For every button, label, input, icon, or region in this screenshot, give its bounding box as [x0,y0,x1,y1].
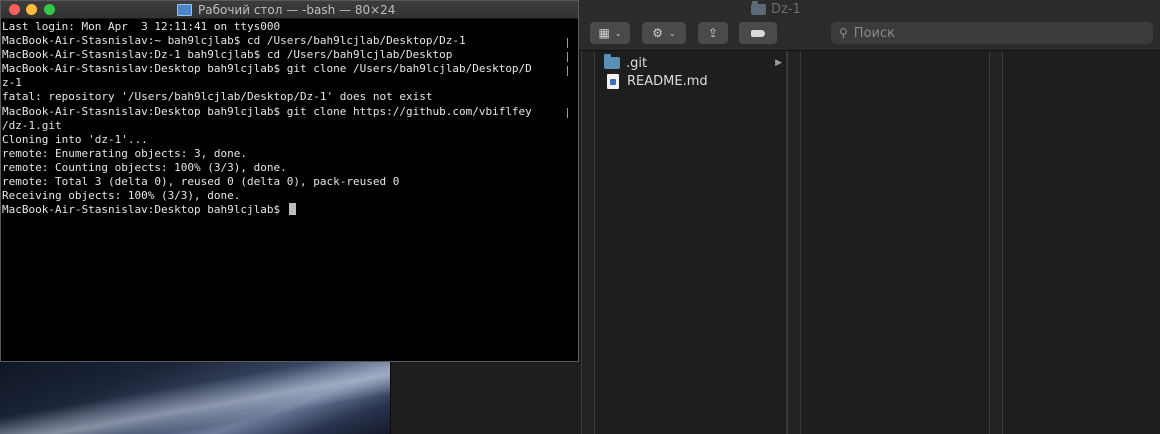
list-item-git-folder[interactable]: .git ▶ [604,54,782,72]
terminal-titlebar[interactable]: Рабочий стол — -bash — 80×24 [1,1,578,19]
folder-icon [751,0,766,15]
terminal-line: MacBook-Air-Stasnislav:Desktop bah9lcjla… [2,104,532,118]
folder-icon [604,54,620,69]
finder-column-3 [1003,51,1160,434]
chevron-down-icon: ⌄ [669,28,676,38]
action-menu-button[interactable]: ⚙ ⌄ [642,22,686,44]
finder-column-1: .git ▶ README.md [596,51,787,434]
tag-icon [751,29,765,37]
terminal-line: /dz-1.git [2,118,62,132]
wrap-marker [563,38,568,48]
terminal-prompt: MacBook-Air-Stasnislav:Desktop bah9lcjla… [2,203,287,217]
disclosure-arrow-icon: ▶ [775,58,782,68]
minimize-button[interactable] [26,4,37,15]
terminal-line: remote: Enumerating objects: 3, done. [2,146,248,160]
search-input[interactable]: ⚲ Поиск [831,22,1153,44]
share-icon: ⇪ [707,26,719,40]
close-button[interactable] [9,4,20,15]
column-resize-handle[interactable] [989,51,1003,434]
search-icon: ⚲ [839,26,848,40]
terminal-line: Receiving objects: 100% (3/3), done. [2,189,241,203]
terminal-line: remote: Total 3 (delta 0), reused 0 (del… [2,175,400,189]
wrap-marker [563,52,568,62]
terminal-window[interactable]: Рабочий стол — -bash — 80×24 Last login:… [0,0,579,362]
folder-icon [177,3,192,16]
terminal-line: MacBook-Air-Stasnislav:~ bah9lcjlab$ cd … [2,34,466,48]
list-item-readme[interactable]: README.md [604,72,782,90]
terminal-prompt-line[interactable]: MacBook-Air-Stasnislav:Desktop bah9lcjla… [2,203,562,217]
terminal-title: Рабочий стол — -bash — 80×24 [177,1,395,18]
text-cursor [288,203,296,216]
finder-column-2 [801,51,989,434]
finder-title-label: Dz-1 [771,1,801,17]
zoom-button[interactable] [44,4,55,15]
terminal-line: MacBook-Air-Stasnislav:Desktop bah9lcjla… [2,62,532,76]
file-name: README.md [627,73,708,89]
wrap-marker [563,66,568,76]
gear-icon: ⚙ [652,26,664,40]
desktop-wallpaper-streak [0,360,392,434]
chevron-down-icon: ⌄ [614,28,622,38]
column-resize-handle[interactable] [787,51,801,434]
file-name: .git [626,55,648,71]
grid-view-icon: ▦ [598,26,610,40]
terminal-line: MacBook-Air-Stasnislav:Dz-1 bah9lcjlab$ … [2,48,453,62]
terminal-line: Cloning into 'dz-1'... [2,132,148,146]
terminal-title-label: Рабочий стол — -bash — 80×24 [198,2,396,17]
wrap-marker [563,108,568,118]
document-icon [607,73,619,89]
share-button[interactable]: ⇪ [698,22,728,44]
terminal-line: Last login: Mon Apr 3 12:11:41 on ttys00… [2,20,281,33]
tag-button[interactable] [739,22,777,44]
terminal-line: remote: Counting objects: 100% (3/3), do… [2,160,287,174]
terminal-line: fatal: repository '/Users/bah9lcjlab/Des… [2,90,433,104]
terminal-line: z-1 [2,76,22,90]
search-placeholder: Поиск [853,25,895,41]
view-options-button[interactable]: ▦ ⌄ [590,22,630,44]
terminal-output[interactable]: Last login: Mon Apr 3 12:11:41 on ttys00… [2,20,562,360]
finder-title: Dz-1 [751,0,801,17]
column-resize-handle[interactable] [581,51,595,434]
